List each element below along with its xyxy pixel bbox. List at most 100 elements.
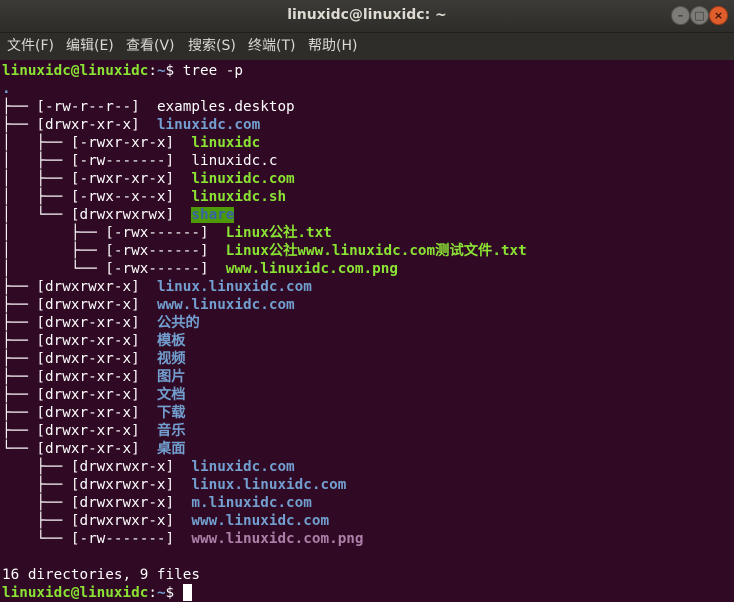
tree-entry-name: 公共的 (156, 315, 200, 331)
prompt-user-host: linuxidc@linuxidc (2, 63, 149, 79)
tree-entry: ├── [-rw-r--r--] examples.desktop (2, 98, 295, 116)
tree-entry: ├── [drwxr-xr-x] 图片 (2, 368, 186, 386)
tree-entry-name: www.linuxidc.com (191, 513, 330, 529)
tree-entry: └── [drwxr-xr-x] 桌面 (2, 440, 186, 458)
tree-entry-permissions: ├── [drwxr-xr-x] (2, 369, 157, 385)
close-icon: × (713, 9, 724, 22)
tree-entry: ├── [drwxr-xr-x] 音乐 (2, 422, 186, 440)
command-text: tree -p (182, 63, 244, 79)
tree-entry: │ └── [-rwx------] www.linuxidc.com.png (2, 260, 398, 278)
tree-entry-permissions: ├── [drwxr-xr-x] (2, 351, 157, 367)
tree-entry-permissions: ├── [drwxr-xr-x] (2, 423, 157, 439)
prompt-separator: : (148, 63, 157, 79)
tree-entry: │ ├── [-rwx--x--x] linuxidc.sh (2, 188, 286, 206)
tree-entry-name: linuxidc (191, 135, 261, 151)
tree-entry-permissions: ├── [-rw-r--r--] (2, 99, 157, 115)
menu-terminal[interactable]: 终端(T) (248, 33, 295, 60)
summary-line: 16 directories, 9 files (2, 567, 200, 583)
tree-entry-permissions: ├── [drwxr-xr-x] (2, 405, 157, 421)
terminal-window: linuxidc@linuxidc: ~ – □ × 文件(F) 编辑(E) 查… (0, 0, 734, 602)
tree-entry-permissions: │ ├── [-rwx--x--x] (2, 189, 192, 205)
tree-entry-name: www.linuxidc.com.png (191, 531, 364, 547)
tree-entry-name: Linux公社www.linuxidc.com测试文件.txt (225, 243, 527, 259)
tree-entry: │ ├── [-rwxr-xr-x] linuxidc.com (2, 170, 295, 188)
tree-entry-permissions: ├── [drwxr-xr-x] (2, 333, 157, 349)
tree-entry-permissions: ├── [drwxrwxr-x] (2, 477, 192, 493)
tree-entry-name: linuxidc.com (191, 171, 295, 187)
tree-entry-permissions: ├── [drwxr-xr-x] (2, 315, 157, 331)
tree-entry: ├── [drwxrwxr-x] www.linuxidc.com (2, 296, 295, 314)
tree-root: . (2, 80, 11, 98)
tree-entry: ├── [drwxrwxr-x] linux.linuxidc.com (2, 278, 312, 296)
tree-entry-permissions: ├── [drwxr-xr-x] (2, 387, 157, 403)
tree-entry-name: linuxidc.com (191, 459, 295, 475)
prompt-user-host: linuxidc@linuxidc (2, 585, 149, 601)
tree-entry-permissions: │ ├── [-rw-------] (2, 153, 192, 169)
tree-entry: ├── [drwxr-xr-x] 模板 (2, 332, 186, 350)
menu-bar: 文件(F) 编辑(E) 查看(V) 搜索(S) 终端(T) 帮助(H) (0, 33, 734, 60)
tree-entry-name: m.linuxidc.com (191, 495, 312, 511)
menu-edit[interactable]: 编辑(E) (66, 33, 114, 60)
tree-entry-name: 文档 (156, 387, 186, 403)
tree-entry: │ ├── [-rwx------] Linux公社.txt (2, 224, 332, 242)
tree-entry-name: linuxidc.c (191, 153, 278, 169)
tree-entry-permissions: │ ├── [-rwx------] (2, 225, 226, 241)
close-button[interactable]: × (709, 6, 728, 25)
prompt-path: ~ (156, 63, 166, 79)
tree-entry: ├── [drwxrwxr-x] m.linuxidc.com (2, 494, 312, 512)
tree-entry: │ ├── [-rwxr-xr-x] linuxidc (2, 134, 260, 152)
tree-entry: ├── [drwxrwxr-x] linuxidc.com (2, 458, 295, 476)
tree-entry-permissions: ├── [drwxrwxr-x] (2, 459, 192, 475)
tree-entry-permissions: │ ├── [-rwxr-xr-x] (2, 171, 192, 187)
minimize-icon: – (677, 9, 684, 22)
tree-entry-name: 桌面 (156, 441, 186, 457)
tree-entry: ├── [drwxrwxr-x] www.linuxidc.com (2, 512, 329, 530)
minimize-button[interactable]: – (671, 6, 690, 25)
tree-entry-name: linux.linuxidc.com (156, 279, 312, 295)
tree-entry: │ ├── [-rwx------] Linux公社www.linuxidc.c… (2, 242, 527, 260)
tree-entry-permissions: └── [-rw-------] (2, 531, 192, 547)
tree-entry: │ ├── [-rw-------] linuxidc.c (2, 152, 277, 170)
maximize-button[interactable]: □ (690, 6, 709, 25)
tree-root-dot: . (2, 81, 11, 97)
tree-entry-name: share (191, 207, 235, 223)
maximize-icon: □ (694, 9, 705, 22)
menu-search[interactable]: 搜索(S) (188, 33, 236, 60)
tree-entry-permissions: ├── [drwxrwxr-x] (2, 495, 192, 511)
tree-entry-name: www.linuxidc.com.png (225, 261, 398, 277)
tree-entry: ├── [drwxr-xr-x] 视频 (2, 350, 186, 368)
tree-entry-name: 下载 (156, 405, 186, 421)
tree-entry-permissions: └── [drwxr-xr-x] (2, 441, 157, 457)
menu-view[interactable]: 查看(V) (126, 33, 175, 60)
prompt-separator: : (148, 585, 157, 601)
tree-entry-permissions: │ └── [drwxrwxrwx] (2, 207, 192, 223)
tree-entry-permissions: ├── [drwxr-xr-x] (2, 117, 157, 133)
tree-entry: ├── [drwxr-xr-x] 下载 (2, 404, 186, 422)
tree-entry: └── [-rw-------] www.linuxidc.com.png (2, 530, 364, 548)
prompt-path: ~ (156, 585, 166, 601)
cursor (182, 584, 192, 601)
tree-entry-name: 模板 (156, 333, 186, 349)
tree-entry: ├── [drwxrwxr-x] linux.linuxidc.com (2, 476, 346, 494)
tree-entry-name: www.linuxidc.com (156, 297, 295, 313)
terminal-output[interactable]: linuxidc@linuxidc:~$ tree -p . ├── [-rw-… (0, 60, 734, 602)
tree-entry-permissions: ├── [drwxrwxr-x] (2, 513, 192, 529)
tree-entry-permissions: │ └── [-rwx------] (2, 261, 226, 277)
tree-entry-permissions: │ ├── [-rwxr-xr-x] (2, 135, 192, 151)
tree-entry-name: linuxidc.sh (191, 189, 287, 205)
tree-entry-name: examples.desktop (156, 99, 295, 115)
tree-entry: ├── [drwxr-xr-x] 文档 (2, 386, 186, 404)
tree-entry-name: linux.linuxidc.com (191, 477, 347, 493)
tree-entry-permissions: ├── [drwxrwxr-x] (2, 297, 157, 313)
tree-entry-name: 视频 (156, 351, 186, 367)
prompt-line: linuxidc@linuxidc:~$ (2, 584, 192, 602)
menu-file[interactable]: 文件(F) (7, 33, 54, 60)
prompt-dollar: $ (165, 585, 183, 601)
window-title: linuxidc@linuxidc: ~ (287, 7, 447, 23)
tree-entry-name: 图片 (156, 369, 186, 385)
prompt-dollar: $ (165, 63, 183, 79)
title-bar[interactable]: linuxidc@linuxidc: ~ – □ × (0, 0, 734, 33)
tree-entry-permissions: ├── [drwxrwxr-x] (2, 279, 157, 295)
tree-entry-permissions: │ ├── [-rwx------] (2, 243, 226, 259)
menu-help[interactable]: 帮助(H) (308, 33, 357, 60)
